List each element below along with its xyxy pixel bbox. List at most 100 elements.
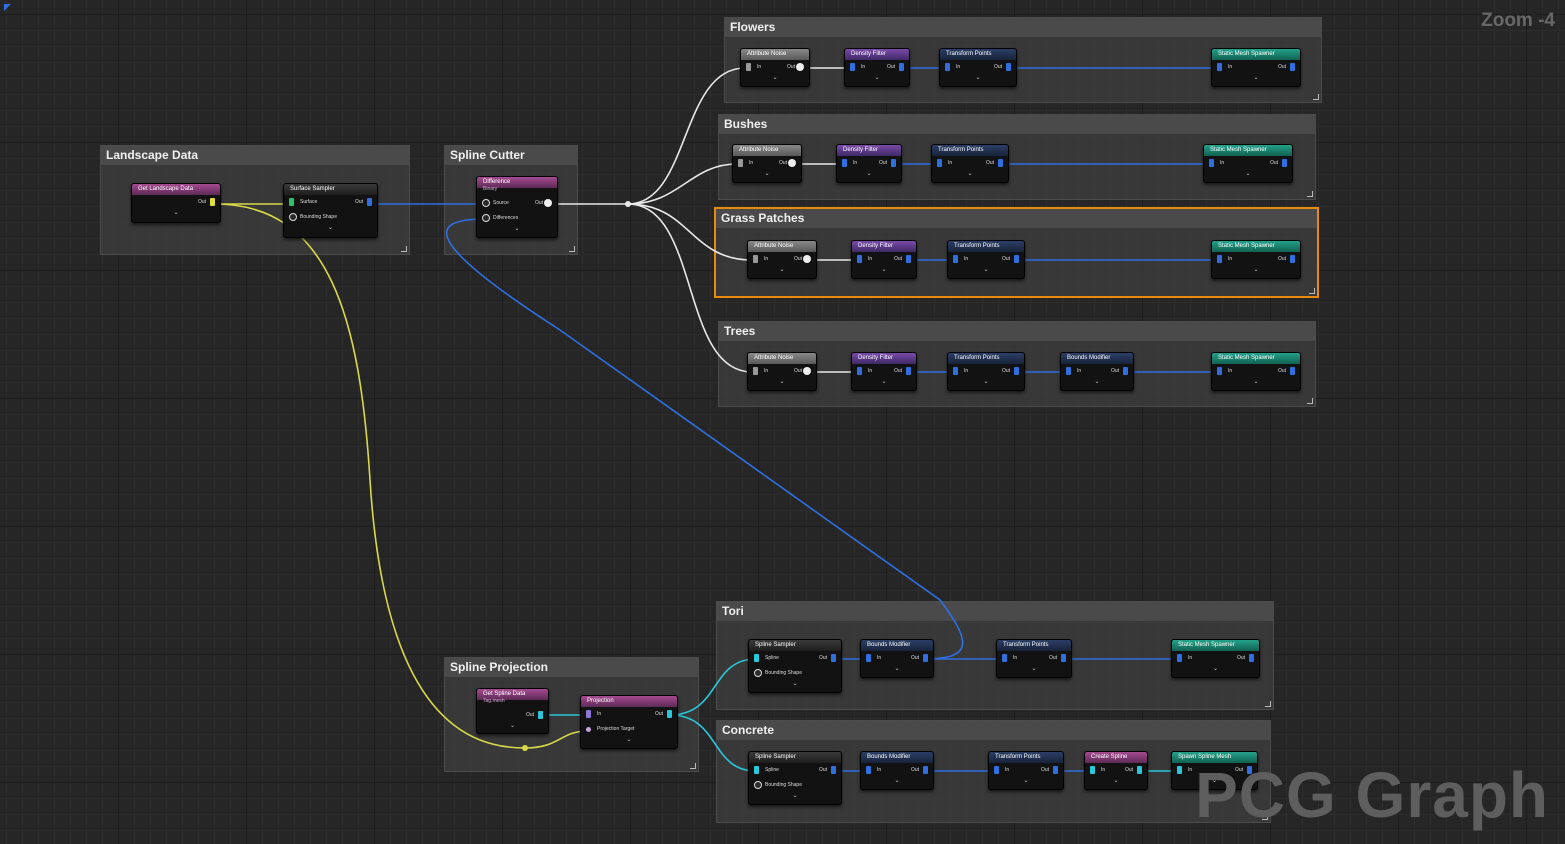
input-pin[interactable] [482, 199, 490, 207]
input-pin[interactable] [1090, 766, 1095, 774]
input-pin[interactable] [857, 255, 862, 263]
resize-handle-icon[interactable] [1307, 191, 1313, 197]
input-pin[interactable] [850, 63, 855, 71]
chevron-down-icon[interactable]: ⌄ [1212, 379, 1300, 386]
input-pin[interactable] [753, 367, 758, 375]
chevron-down-icon[interactable]: ⌄ [1212, 75, 1300, 82]
input-pin[interactable] [754, 669, 762, 677]
chevron-down-icon[interactable]: ⌄ [861, 666, 933, 673]
node-bounds-modifier[interactable]: Bounds Modifier In Out ⌄ [860, 639, 934, 678]
output-pin[interactable] [1282, 159, 1287, 167]
chevron-down-icon[interactable]: ⌄ [581, 737, 677, 744]
output-pin[interactable] [1290, 367, 1295, 375]
output-pin[interactable] [544, 199, 552, 207]
node-projection[interactable]: Projection In Out Projection Target ⌄ [580, 695, 678, 749]
chevron-down-icon[interactable]: ⌄ [284, 225, 377, 232]
output-pin[interactable] [367, 198, 372, 206]
input-pin[interactable] [866, 654, 871, 662]
output-pin[interactable] [1014, 255, 1019, 263]
input-pin[interactable] [994, 766, 999, 774]
resize-handle-icon[interactable] [690, 763, 696, 769]
input-pin[interactable] [1002, 654, 1007, 662]
input-pin[interactable] [289, 198, 294, 206]
node-bounds-modifier[interactable]: Bounds Modifier In Out ⌄ [1060, 352, 1134, 391]
output-pin[interactable] [923, 654, 928, 662]
output-pin[interactable] [803, 255, 811, 263]
input-pin[interactable] [1177, 766, 1182, 774]
node-create-spline[interactable]: Create Spline In Out ⌄ [1084, 751, 1148, 790]
chevron-down-icon[interactable]: ⌄ [1204, 171, 1292, 178]
input-pin[interactable] [1217, 63, 1222, 71]
input-pin[interactable] [753, 255, 758, 263]
node-spline-sampler[interactable]: Spline Sampler Spline Out Bounding Shape … [748, 639, 842, 693]
output-pin[interactable] [788, 159, 796, 167]
chevron-down-icon[interactable]: ⌄ [989, 778, 1063, 785]
chevron-down-icon[interactable]: ⌄ [852, 267, 916, 274]
output-pin[interactable] [998, 159, 1003, 167]
node-static-mesh-spawner[interactable]: Static Mesh Spawner In Out ⌄ [1203, 144, 1293, 183]
node-transform-points[interactable]: Transform Points In Out ⌄ [947, 240, 1025, 279]
output-pin[interactable] [906, 367, 911, 375]
chevron-down-icon[interactable]: ⌄ [948, 379, 1024, 386]
node-surface-sampler[interactable]: Surface Sampler Surface Out Bounding Shap… [283, 183, 378, 238]
chevron-down-icon[interactable]: ⌄ [741, 75, 809, 82]
node-get-spline-data[interactable]: Get Spline Data Tag.mesh Out ⌄ [476, 688, 549, 734]
chevron-down-icon[interactable]: ⌄ [748, 379, 816, 386]
chevron-down-icon[interactable]: ⌄ [748, 267, 816, 274]
input-pin[interactable] [1209, 159, 1214, 167]
node-attribute-noise[interactable]: Attribute Noise In Out ⌄ [740, 48, 810, 87]
input-pin[interactable] [953, 367, 958, 375]
node-transform-points[interactable]: Transform Points In Out ⌄ [947, 352, 1025, 391]
node-density-filter[interactable]: Density Filter In Out ⌄ [844, 48, 910, 87]
chevron-down-icon[interactable]: ⌄ [477, 723, 548, 730]
output-pin[interactable] [803, 367, 811, 375]
node-density-filter[interactable]: Density Filter In Out ⌄ [851, 240, 917, 279]
chevron-down-icon[interactable]: ⌄ [749, 681, 841, 688]
output-pin[interactable] [1006, 63, 1011, 71]
input-pin[interactable] [1217, 367, 1222, 375]
chevron-down-icon[interactable]: ⌄ [845, 75, 909, 82]
output-pin[interactable] [891, 159, 896, 167]
chevron-down-icon[interactable]: ⌄ [477, 226, 557, 233]
input-pin[interactable] [754, 781, 762, 789]
output-pin[interactable] [923, 766, 928, 774]
output-pin[interactable] [1123, 367, 1128, 375]
input-pin[interactable] [586, 727, 591, 732]
input-pin[interactable] [586, 710, 591, 718]
resize-handle-icon[interactable] [1309, 288, 1315, 294]
input-pin[interactable] [1217, 255, 1222, 263]
node-transform-points[interactable]: Transform Points In Out ⌄ [939, 48, 1017, 87]
input-pin[interactable] [289, 213, 297, 221]
node-static-mesh-spawner[interactable]: Static Mesh Spawner In Out ⌄ [1211, 352, 1301, 391]
node-difference[interactable]: Difference Binary Source Out Differences … [476, 176, 558, 238]
resize-handle-icon[interactable] [1307, 398, 1313, 404]
chevron-down-icon[interactable]: ⌄ [932, 171, 1008, 178]
input-pin[interactable] [857, 367, 862, 375]
input-pin[interactable] [738, 159, 743, 167]
output-pin[interactable] [1290, 255, 1295, 263]
chevron-down-icon[interactable]: ⌄ [1085, 778, 1147, 785]
node-transform-points[interactable]: Transform Points In Out ⌄ [931, 144, 1009, 183]
resize-handle-icon[interactable] [1313, 94, 1319, 100]
chevron-down-icon[interactable]: ⌄ [1061, 379, 1133, 386]
input-pin[interactable] [1177, 654, 1182, 662]
node-get-landscape-data[interactable]: Get Landscape Data Out ⌄ [131, 183, 221, 223]
node-attribute-noise[interactable]: Attribute Noise In Out ⌄ [747, 240, 817, 279]
chevron-down-icon[interactable]: ⌄ [852, 379, 916, 386]
output-pin[interactable] [1137, 766, 1142, 774]
chevron-down-icon[interactable]: ⌄ [749, 793, 841, 800]
input-pin[interactable] [482, 214, 490, 222]
node-transform-points[interactable]: Transform Points In Out ⌄ [988, 751, 1064, 790]
node-density-filter[interactable]: Density Filter In Out ⌄ [836, 144, 902, 183]
resize-handle-icon[interactable] [569, 246, 575, 252]
chevron-down-icon[interactable]: ⌄ [837, 171, 901, 178]
node-attribute-noise[interactable]: Attribute Noise In Out ⌄ [732, 144, 802, 183]
chevron-down-icon[interactable]: ⌄ [1212, 267, 1300, 274]
input-pin[interactable] [945, 63, 950, 71]
node-bounds-modifier[interactable]: Bounds Modifier In Out ⌄ [860, 751, 934, 790]
output-pin[interactable] [796, 63, 804, 71]
node-static-mesh-spawner[interactable]: Static Mesh Spawner In Out ⌄ [1211, 240, 1301, 279]
node-transform-points[interactable]: Transform Points In Out ⌄ [996, 639, 1072, 678]
node-static-mesh-spawner[interactable]: Static Mesh Spawner In Out ⌄ [1211, 48, 1301, 87]
output-pin[interactable] [1053, 766, 1058, 774]
